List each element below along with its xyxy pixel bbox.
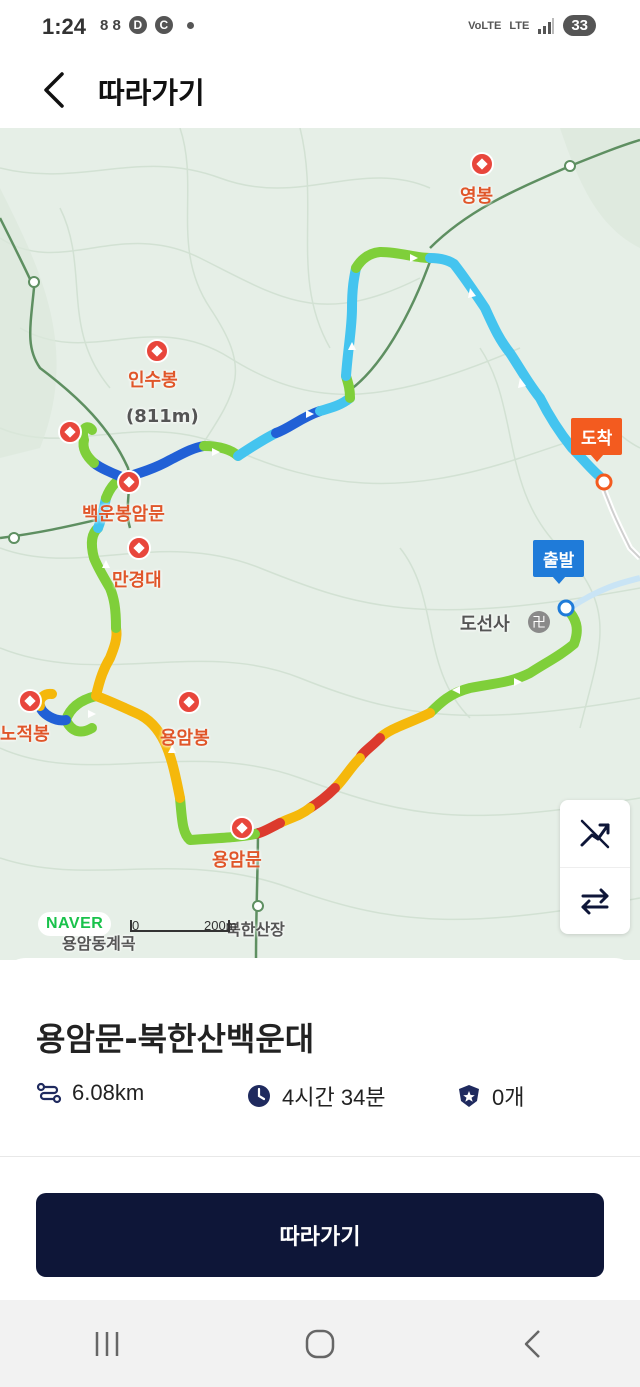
poi-label-baegunbongammun[interactable]: 백운봉암문: [82, 500, 165, 526]
poi-label-mangyeongdae[interactable]: 만경대: [112, 566, 162, 592]
poi-label-doseonsa[interactable]: 도선사: [460, 610, 510, 636]
back-button[interactable]: [30, 66, 78, 114]
temple-icon[interactable]: 卍: [528, 611, 550, 633]
swap-arrows-icon: [581, 888, 609, 915]
scale-end-label: 200m: [204, 918, 237, 933]
count-value: 0개: [492, 1085, 525, 1110]
poi-marker-yongambong[interactable]: [177, 690, 201, 714]
lte-icon: LTE: [509, 19, 530, 32]
distance-value: 6.08km: [72, 1080, 145, 1105]
route-toggle-button[interactable]: [560, 800, 630, 867]
poi-marker-yeongbong[interactable]: [470, 152, 494, 176]
notification-d-icon: D: [128, 16, 147, 34]
poi-marker-nojeokbong[interactable]: [18, 689, 42, 713]
status-bar: 1:24 8 8 D C VoLTE LTE 33: [0, 0, 640, 58]
count-stat: 0개: [456, 1080, 524, 1112]
clock-icon: [246, 1083, 272, 1109]
route-slash-icon: [580, 819, 610, 848]
status-icons-right: VoLTE LTE 33: [468, 15, 596, 36]
sheet-divider: [0, 1156, 640, 1157]
battery-indicator: 33: [563, 15, 596, 36]
home-icon: [305, 1329, 335, 1358]
badge-star-icon: [456, 1083, 482, 1109]
recent-apps-button[interactable]: [67, 1314, 147, 1374]
page-title: 따라가기: [98, 76, 205, 110]
poi-marker-mangyeongdae[interactable]: [127, 536, 151, 560]
poi-marker-insubong[interactable]: [145, 339, 169, 363]
depart-tag[interactable]: 출발: [533, 540, 585, 584]
arrive-tag[interactable]: 도착: [571, 418, 623, 462]
duration-stat: 4시간 34분: [246, 1080, 386, 1112]
system-back-button[interactable]: [493, 1314, 573, 1374]
depart-label: 출발: [543, 551, 575, 571]
poi-label-nojeokbong[interactable]: 노적봉: [0, 720, 50, 746]
duration-value: 4시간 34분: [282, 1085, 386, 1110]
course-info-sheet: 용암문-북한산백운대 6.08km 4시간 34분 0개 따라가기: [0, 958, 640, 1300]
poi-marker-yongammun[interactable]: [230, 816, 254, 840]
volte-icon: VoLTE: [468, 19, 502, 32]
poi-label-insubong[interactable]: 인수봉: [128, 366, 178, 392]
trail-map[interactable]: 영봉 인수봉 (811m) 백운봉암문 만경대 노적봉 용암봉 용암문 도선사 …: [0, 128, 640, 960]
back-icon: [525, 1329, 541, 1358]
route-distance-icon: [36, 1080, 62, 1106]
system-nav-bar: [0, 1300, 640, 1387]
distance-stat: 6.08km: [36, 1080, 144, 1106]
notification-88-icon: 8 8: [100, 16, 121, 34]
signal-icon: [538, 17, 555, 34]
poi-label-yongambong[interactable]: 용암봉: [160, 724, 210, 750]
home-button[interactable]: [280, 1314, 360, 1374]
chevron-left-icon: [44, 72, 64, 108]
follow-button[interactable]: 따라가기: [36, 1193, 604, 1277]
poi-label-insubong-elevation: (811m): [126, 406, 199, 427]
poi-label-yongammun[interactable]: 용암문: [212, 846, 262, 872]
poi-label-yeongbong[interactable]: 영봉: [460, 182, 493, 208]
course-stats: 6.08km 4시간 34분 0개: [36, 1080, 616, 1116]
app-header: 따라가기: [0, 58, 640, 128]
status-icons-left: 8 8 D C: [100, 16, 194, 34]
more-notifications-icon: [186, 21, 194, 29]
swap-direction-button[interactable]: [560, 867, 630, 934]
poi-marker-baegunbongammun[interactable]: [117, 470, 141, 494]
course-title: 용암문-북한산백운대: [36, 1020, 315, 1058]
scale-start-label: 0: [132, 918, 140, 933]
notification-c-icon: C: [154, 16, 173, 34]
recent-apps-icon: [95, 1331, 118, 1356]
poi-marker-small-peak[interactable]: [58, 420, 82, 444]
naver-logo: NAVER: [38, 912, 112, 936]
arrive-label: 도착: [581, 429, 613, 449]
status-time: 1:24: [42, 14, 87, 39]
map-controls: [560, 800, 630, 934]
